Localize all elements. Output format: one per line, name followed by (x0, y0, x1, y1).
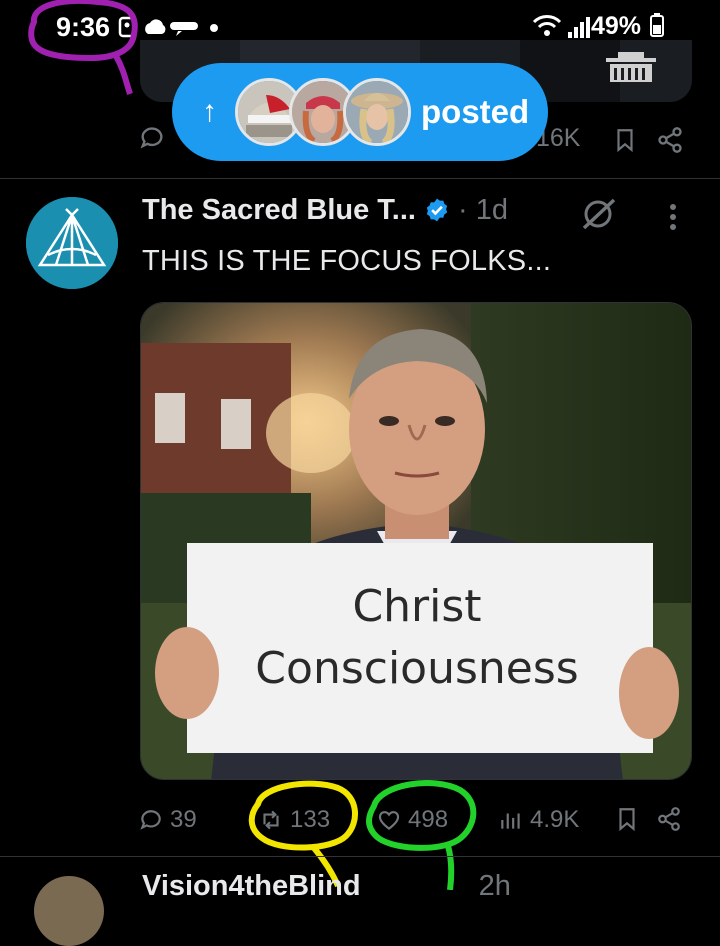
bookmark-icon (617, 129, 633, 153)
previous-reply-button[interactable] (138, 124, 166, 157)
reply-icon (140, 810, 161, 830)
views-button[interactable]: 4.9K (498, 806, 579, 834)
more-vertical-icon (670, 204, 676, 230)
post-actions: 39 133 498 4.9K (136, 800, 696, 840)
next-post-time: 2h (478, 870, 511, 902)
like-button[interactable]: 498 (376, 806, 448, 834)
views-count: 4.9K (530, 806, 580, 833)
avatar-cowboy-hat-image (346, 81, 408, 143)
post-image[interactable]: Christ Consciousness (140, 302, 692, 780)
views-chart-icon (501, 813, 520, 829)
reply-icon (140, 127, 163, 149)
like-count: 498 (408, 806, 449, 833)
share-icon (658, 807, 680, 831)
battery-icon (650, 13, 664, 37)
previous-share-button[interactable] (656, 126, 684, 159)
reply-button[interactable]: 39 (138, 806, 197, 834)
post-time: · 1d (457, 194, 508, 226)
arrow-up-icon: ↑ (202, 95, 217, 128)
repost-icon (263, 810, 279, 830)
battery-percent: 49% (591, 12, 642, 40)
tent-logo-icon (26, 197, 118, 289)
author-avatar[interactable] (26, 197, 118, 289)
grok-button[interactable] (576, 196, 620, 237)
notification-icons (118, 16, 218, 38)
repost-button[interactable]: 133 (258, 806, 330, 834)
man-holding-sign-image: Christ Consciousness (141, 303, 691, 779)
sign-line-1: Christ (352, 581, 481, 632)
previous-bookmark-button[interactable] (612, 126, 638, 159)
grok-icon (582, 198, 616, 230)
share-button[interactable] (656, 806, 682, 832)
next-post-display-name[interactable]: Vision4theBlind (142, 870, 361, 902)
pill-label: posted (421, 93, 530, 130)
bookmark-button[interactable] (614, 806, 640, 832)
reply-count: 39 (170, 806, 197, 833)
author-display-name[interactable]: The Sacred Blue T... (142, 194, 416, 226)
heart-icon (378, 811, 400, 831)
bookmark-icon (619, 808, 635, 832)
post-text: THIS IS THE FOCUS FOLKS... (142, 245, 552, 277)
verified-badge-icon (426, 198, 448, 222)
pill-avatar-3 (343, 78, 411, 146)
repost-count: 133 (290, 806, 331, 833)
share-icon (658, 127, 682, 153)
post-divider (0, 178, 720, 179)
post-header: The Sacred Blue T... · 1d (142, 194, 508, 227)
wifi-icon (532, 15, 590, 38)
sign-line-2: Consciousness (255, 643, 578, 694)
next-post-header: Vision4theBlind 2h (142, 870, 511, 903)
status-time: 9:36 (56, 12, 111, 42)
next-post-avatar[interactable] (34, 876, 104, 946)
more-options-button[interactable] (666, 203, 680, 238)
battery-status: 49% (591, 12, 664, 41)
new-posts-pill[interactable]: ↑ posted (172, 63, 548, 161)
post-divider (0, 856, 720, 857)
